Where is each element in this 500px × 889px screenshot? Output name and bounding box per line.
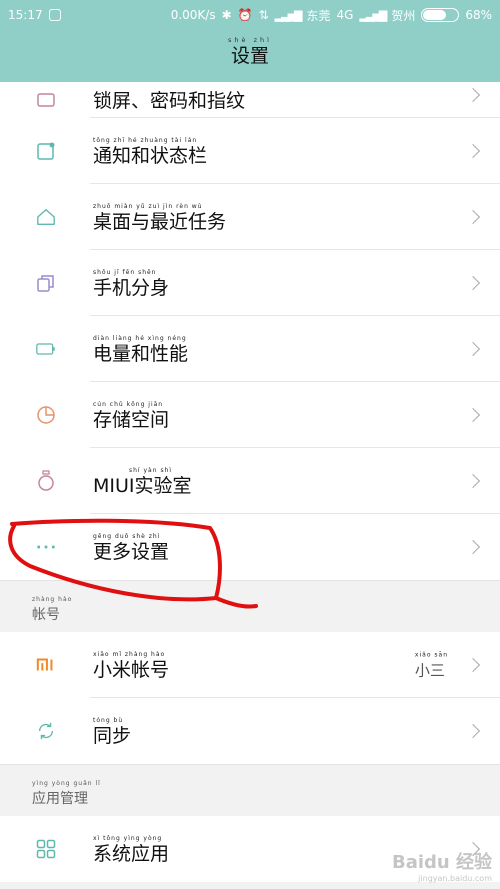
carrier-1: 东莞 xyxy=(306,8,331,23)
watermark-brand: Baidu 经验 xyxy=(391,852,492,873)
settings-item-pinyin: gēng duō shè zhì xyxy=(93,533,161,541)
chevron-right-icon xyxy=(465,87,481,103)
title-bar: shè zhì 设置 xyxy=(0,30,500,82)
settings-item-storage[interactable]: cún chǔ kōng jiān 存储空间 xyxy=(0,382,500,448)
settings-item-label: 锁屏、密码和指纹 xyxy=(93,90,246,112)
section-pinyin: yìng yòng guǎn lǐ xyxy=(32,780,101,787)
chevron-right-icon xyxy=(465,473,481,489)
settings-item-pinyin: cún chǔ kōng jiān xyxy=(93,401,164,409)
chevron-right-icon xyxy=(465,657,481,673)
settings-item-label: 更多设置 xyxy=(93,541,170,564)
settings-item-label: 存储空间 xyxy=(93,409,170,432)
battery-percent: 68% xyxy=(465,8,492,22)
app-notification-icon xyxy=(48,9,61,21)
settings-item-dual-apps[interactable]: shǒu jī fēn shēn 手机分身 xyxy=(0,250,500,316)
grid-apps-icon xyxy=(36,839,56,859)
data-transfer-icon: ⇅ xyxy=(258,8,269,22)
section-title: 应用管理 xyxy=(32,791,88,807)
account-value-pinyin: xiǎo sān xyxy=(414,651,448,659)
account-name: 小三 xyxy=(414,661,445,680)
settings-item-sync[interactable]: tóng bù 同步 xyxy=(0,698,500,764)
watermark-url: jingyan.baidu.com xyxy=(418,874,492,883)
network-speed: 0.00K/s xyxy=(170,8,216,22)
chevron-right-icon xyxy=(465,209,481,225)
settings-item-desktop[interactable]: zhuō miàn yǔ zuì jìn rèn wù 桌面与最近任务 xyxy=(0,184,500,250)
chevron-right-icon xyxy=(465,723,481,739)
battery-icon xyxy=(36,339,56,359)
chevron-right-icon xyxy=(465,341,481,357)
settings-item-label: 系统应用 xyxy=(93,843,170,866)
mi-logo-icon xyxy=(36,655,56,675)
signal-icon: ▂▃▅▇ xyxy=(274,8,303,22)
settings-item-mi-account[interactable]: xiǎo mǐ zhàng hào 小米帐号 xiǎo sān 小三 xyxy=(0,632,500,698)
alarm-icon: ⏰ xyxy=(237,8,253,22)
chevron-right-icon xyxy=(465,275,481,291)
section-pinyin: zhàng hào xyxy=(32,596,73,603)
status-bar: 15:17 0.00K/s ✱ ⏰ ⇅ ▂▃▅▇ 东莞 4G ▂▃▅▇ 贺州 6… xyxy=(0,0,500,30)
settings-item-battery[interactable]: diàn liàng hé xìng néng 电量和性能 xyxy=(0,316,500,382)
settings-item-pinyin: tóng bù xyxy=(93,717,124,725)
settings-item-pinyin: xiǎo mǐ zhàng hào xyxy=(93,651,166,659)
settings-item-pinyin: shí yàn shì xyxy=(129,467,173,475)
settings-item-pinyin: shǒu jī fēn shēn xyxy=(93,269,157,277)
settings-item-label: 电量和性能 xyxy=(93,343,189,366)
carrier-2: 贺州 xyxy=(391,8,416,23)
section-header-apps: yìng yòng guǎn lǐ 应用管理 xyxy=(0,764,500,816)
settings-item-label: 小米帐号 xyxy=(93,659,170,682)
settings-item-pinyin: xì tǒng yìng yòng xyxy=(93,835,163,843)
account-name-value: xiǎo sān 小三 xyxy=(415,652,448,681)
section-title: 帐号 xyxy=(32,607,60,623)
settings-item-label: 通知和状态栏 xyxy=(93,145,208,168)
dual-apps-icon xyxy=(36,273,56,293)
title-pinyin: shè zhì xyxy=(228,36,272,44)
notification-icon xyxy=(36,141,56,161)
settings-item-more-settings[interactable]: gēng duō shè zhì 更多设置 xyxy=(0,514,500,580)
settings-item-pinyin: diàn liàng hé xìng néng xyxy=(93,335,187,343)
settings-item-pinyin: tōng zhī hé zhuàng tài lán xyxy=(93,137,198,145)
settings-item-notifications[interactable]: tōng zhī hé zhuàng tài lán 通知和状态栏 xyxy=(0,118,500,184)
chevron-right-icon xyxy=(465,539,481,555)
settings-item-label: 同步 xyxy=(93,725,132,748)
settings-item-lock-screen[interactable]: 锁屏、密码和指纹 xyxy=(0,82,500,118)
settings-item-label: 手机分身 xyxy=(93,277,170,300)
chevron-right-icon xyxy=(465,407,481,423)
sync-icon xyxy=(36,721,56,741)
section-header-account: zhàng hào 帐号 xyxy=(0,580,500,632)
network-type: 4G xyxy=(336,8,354,22)
battery-icon xyxy=(421,8,460,22)
signal-icon-2: ▂▃▅▇ xyxy=(359,8,387,22)
settings-list: 锁屏、密码和指纹 tōng zhī hé zhuàng tài lán 通知和状… xyxy=(0,82,500,882)
bluetooth-icon: ✱ xyxy=(221,8,232,22)
settings-item-label: 桌面与最近任务 xyxy=(93,211,227,234)
lock-icon xyxy=(36,90,56,110)
home-icon xyxy=(36,207,56,227)
settings-item-miui-lab[interactable]: shí yàn shì MIUI实验室 xyxy=(0,448,500,514)
storage-icon xyxy=(36,405,56,425)
baidu-watermark: Baidu 经验 jingyan.baidu.com xyxy=(392,848,492,883)
chevron-right-icon xyxy=(465,143,481,159)
more-dots-icon xyxy=(36,537,56,557)
settings-item-label: MIUI实验室 xyxy=(93,475,192,498)
page-title: 设置 xyxy=(230,45,269,67)
lab-flask-icon xyxy=(36,470,56,491)
settings-item-pinyin: zhuō miàn yǔ zuì jìn rèn wù xyxy=(93,203,203,211)
status-time: 15:17 xyxy=(8,8,43,22)
